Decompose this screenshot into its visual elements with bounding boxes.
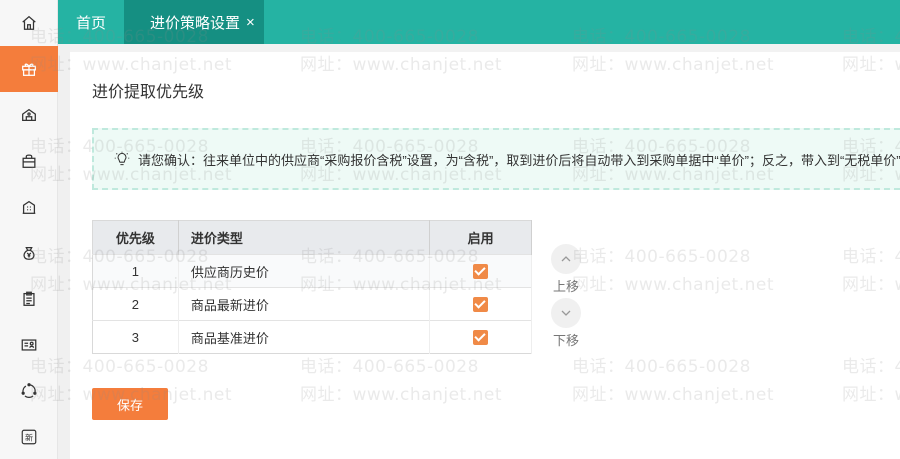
enable-checkbox[interactable]: [473, 297, 489, 313]
page-title: 进价提取优先级: [92, 84, 205, 101]
cell-priority: 3: [92, 320, 179, 354]
table-header-row: 优先级 进价类型 启用: [92, 220, 532, 255]
header-enabled: 启用: [429, 220, 532, 255]
money-bag-icon: [23, 246, 35, 260]
watermark-site: 网址：www.chanjet.net: [842, 55, 900, 75]
new-badge-icon: 新: [21, 429, 37, 445]
notice-text: 请您确认：往来单位中的供应商“采购报价含税”设置，为“含税”，取到进价后将自动带…: [138, 152, 900, 168]
sidebar-item-gift[interactable]: [0, 46, 58, 92]
move-up-button[interactable]: 上移: [548, 244, 584, 295]
watermark-site: 网址：www.chanjet.net: [572, 55, 775, 75]
sidebar-item-idcard[interactable]: [0, 322, 58, 368]
watermark-phone: 电话：400-665-0028: [842, 357, 900, 377]
sidebar-item-building[interactable]: [0, 184, 58, 230]
watermark-site: 网址：www.chanjet.net: [572, 385, 775, 405]
sidebar-item-new[interactable]: 新: [0, 414, 58, 459]
lightbulb-icon: [114, 151, 130, 166]
watermark-site: 网址：www.chanjet.net: [842, 385, 900, 405]
save-button[interactable]: 保存: [92, 388, 168, 420]
chevron-down-icon: [561, 310, 571, 316]
building-icon: [22, 200, 36, 214]
cell-type: 商品最新进价: [178, 287, 431, 321]
sidebar-item-warehouse[interactable]: [0, 92, 58, 138]
tab-home[interactable]: 首页: [58, 0, 124, 44]
app-root: 新 首页 进价策略设置 × 进价提取优先级 请您确认：往来单位中的供应商“采购报…: [0, 0, 900, 459]
move-up-circle: [551, 244, 581, 274]
top-tab-bar: 首页 进价策略设置 ×: [58, 0, 900, 44]
tab-price-strategy-label: 进价策略设置: [150, 14, 241, 32]
notice-banner: 请您确认：往来单位中的供应商“采购报价含税”设置，为“含税”，取到进价后将自动带…: [92, 128, 900, 190]
sidebar-item-home[interactable]: [0, 0, 58, 46]
chevron-up-icon: [561, 256, 571, 262]
content-top-strip: [58, 44, 900, 52]
cell-type: 供应商历史价: [178, 254, 431, 288]
cycle-icon: [21, 383, 37, 398]
watermark-site: 网址：www.chanjet.net: [842, 275, 900, 295]
tab-home-label: 首页: [75, 14, 106, 32]
move-down-label: 下移: [552, 333, 579, 348]
price-priority-table: 优先级 进价类型 启用 1 供应商历史价 2 商品最新进价 3 商品基准进价: [92, 220, 532, 354]
cell-enabled: [429, 320, 532, 354]
warehouse-icon: [22, 108, 36, 122]
table-row[interactable]: 3 商品基准进价: [92, 320, 532, 354]
sidebar-item-cycle[interactable]: [0, 368, 58, 414]
cell-type: 商品基准进价: [178, 320, 431, 354]
cell-enabled: [429, 287, 532, 321]
clipboard-icon: [23, 291, 35, 306]
left-sidebar: 新: [0, 0, 58, 459]
tab-price-strategy[interactable]: 进价策略设置 ×: [124, 0, 264, 44]
id-card-icon: [21, 339, 37, 351]
content-left-gutter: [58, 44, 70, 459]
watermark-site: 网址：www.chanjet.net: [572, 275, 775, 295]
move-down-button[interactable]: 下移: [548, 298, 584, 349]
sidebar-item-bag[interactable]: [0, 138, 58, 184]
enable-checkbox[interactable]: [473, 264, 489, 280]
watermark-site: 网址：www.chanjet.net: [300, 55, 503, 75]
sidebar-item-clipboard[interactable]: [0, 276, 58, 322]
cell-priority: 2: [92, 287, 179, 321]
watermark-phone: 电话：400-665-0028: [572, 247, 751, 267]
gift-icon: [22, 63, 36, 76]
watermark-phone: 电话：400-665-0028: [842, 247, 900, 267]
move-up-label: 上移: [552, 279, 579, 294]
header-type: 进价类型: [178, 220, 431, 255]
sidebar-item-money[interactable]: [0, 230, 58, 276]
svg-text:新: 新: [25, 433, 33, 443]
shopping-bag-icon: [22, 154, 36, 168]
move-down-circle: [551, 298, 581, 328]
cell-priority: 1: [92, 254, 179, 288]
table-row[interactable]: 1 供应商历史价: [92, 254, 532, 288]
watermark-phone: 电话：400-665-0028: [572, 357, 751, 377]
enable-checkbox[interactable]: [473, 330, 489, 346]
cell-enabled: [429, 254, 532, 288]
watermark-phone: 电话：400-665-0028: [300, 357, 479, 377]
header-priority: 优先级: [92, 220, 179, 255]
table-row[interactable]: 2 商品最新进价: [92, 287, 532, 321]
home-icon: [22, 15, 36, 30]
close-icon[interactable]: ×: [246, 15, 255, 30]
watermark-site: 网址：www.chanjet.net: [300, 385, 503, 405]
